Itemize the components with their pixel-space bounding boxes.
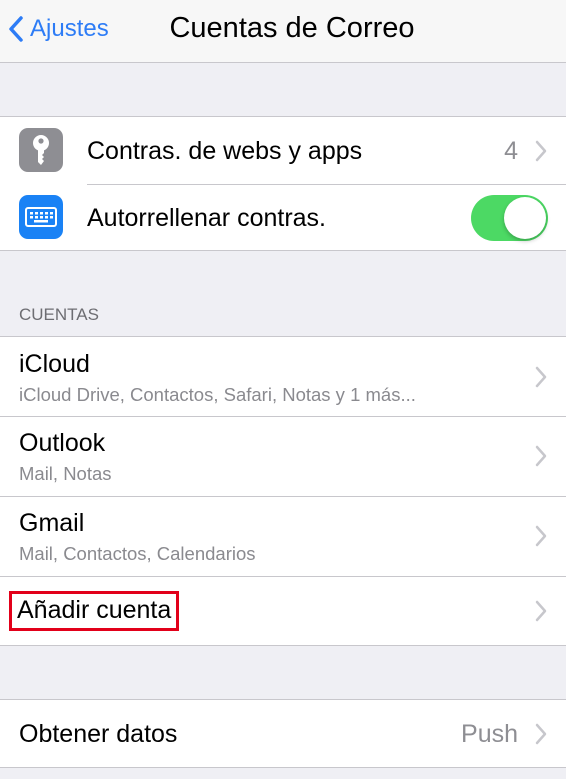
chevron-right-icon <box>535 366 547 388</box>
account-name: iCloud <box>19 350 90 378</box>
navigation-bar: Ajustes Cuentas de Correo <box>0 0 566 63</box>
fetch-data-label: Obtener datos <box>19 720 178 748</box>
toggle-knob <box>504 197 546 239</box>
keyboard-icon <box>19 195 63 239</box>
fetch-data-row[interactable]: Obtener datos Push <box>0 700 566 767</box>
passwords-group: Contras. de webs y apps 4 Autorrellenar … <box>0 116 566 251</box>
section-header-accounts: CUENTAS <box>19 305 99 324</box>
account-name: Outlook <box>19 429 106 457</box>
key-icon <box>19 128 63 172</box>
autofill-passwords-row: Autorrellenar contras. <box>0 184 566 250</box>
account-row-gmail[interactable]: Gmail Mail, Contactos, Calendarios <box>0 496 566 576</box>
account-detail: iCloud Drive, Contactos, Safari, Notas y… <box>19 384 416 405</box>
chevron-right-icon <box>535 525 547 547</box>
chevron-right-icon <box>535 140 547 162</box>
chevron-right-icon <box>535 445 547 467</box>
fetch-data-value: Push <box>461 720 518 748</box>
autofill-toggle[interactable] <box>471 195 548 241</box>
account-row-outlook[interactable]: Outlook Mail, Notas <box>0 416 566 496</box>
passwords-count: 4 <box>504 137 518 165</box>
account-detail: Mail, Contactos, Calendarios <box>19 543 256 564</box>
passwords-webs-apps-label: Contras. de webs y apps <box>87 137 363 165</box>
accounts-group: iCloud iCloud Drive, Contactos, Safari, … <box>0 336 566 646</box>
passwords-webs-apps-row[interactable]: Contras. de webs y apps 4 <box>0 117 566 184</box>
account-row-icloud[interactable]: iCloud iCloud Drive, Contactos, Safari, … <box>0 337 566 416</box>
add-account-label: Añadir cuenta <box>8 591 180 631</box>
fetch-group: Obtener datos Push <box>0 699 566 768</box>
autofill-passwords-label: Autorrellenar contras. <box>87 204 327 232</box>
page-title: Cuentas de Correo <box>169 12 415 44</box>
chevron-right-icon <box>535 600 547 622</box>
chevron-right-icon <box>535 723 547 745</box>
account-name: Gmail <box>19 509 85 537</box>
account-detail: Mail, Notas <box>19 463 112 484</box>
add-account-row[interactable]: Añadir cuenta <box>0 576 566 645</box>
